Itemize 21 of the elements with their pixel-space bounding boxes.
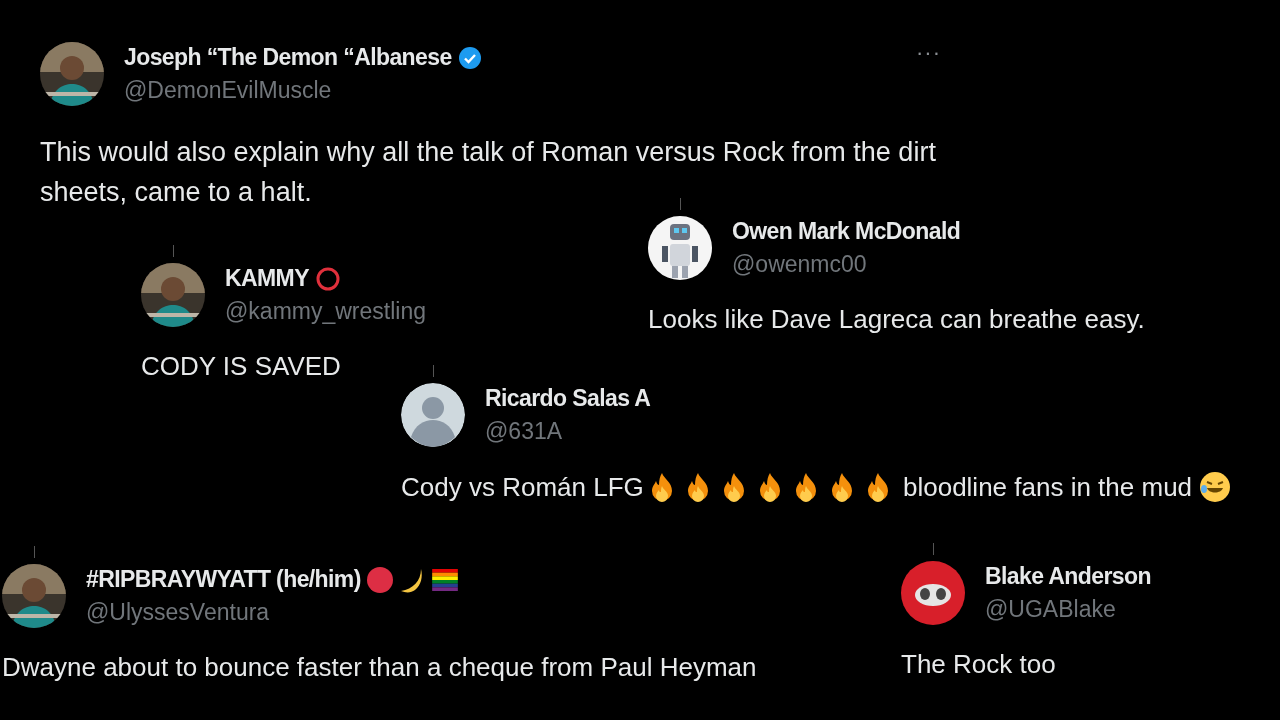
author-name: KAMMY	[225, 265, 309, 292]
author-name: Owen Mark McDonald	[732, 218, 961, 245]
author-handle: @631A	[485, 418, 564, 445]
post-text: This would also explain why all the talk of Roman versus Rock from the dirt sheets, came to a halt.	[40, 136, 937, 209]
reply-text: Dwayne about to bounce faster than a cheque from Paul Heyman	[2, 652, 757, 683]
author-name: #RIPBRAYWYATT (he/him)	[86, 566, 361, 593]
author-name: Blake Anderson	[985, 563, 1151, 590]
reply-text: CODY IS SAVED	[141, 351, 341, 382]
author-handle: @DemonEvilMuscle	[124, 77, 333, 104]
author-name: Joseph “The Demon “Albanese	[124, 44, 452, 71]
more-options-button[interactable]: ···	[916, 40, 941, 66]
author-handle: @UGABlake	[985, 596, 1117, 623]
author-name: Ricardo Salas A	[485, 385, 651, 412]
reply-text: Looks like Dave Lagreca can breathe easy.	[648, 304, 1145, 335]
author-handle: @UlyssesVentura	[86, 599, 271, 626]
author-handle: @owenmc00	[732, 251, 868, 278]
reply-text: The Rock too	[901, 649, 1056, 680]
reply-text: bloodline fans in the mud	[901, 471, 1194, 503]
reply-text: Cody vs Román LFG	[401, 471, 644, 503]
author-handle: @kammy_wrestling	[225, 298, 426, 325]
default-avatar-icon	[401, 383, 465, 447]
